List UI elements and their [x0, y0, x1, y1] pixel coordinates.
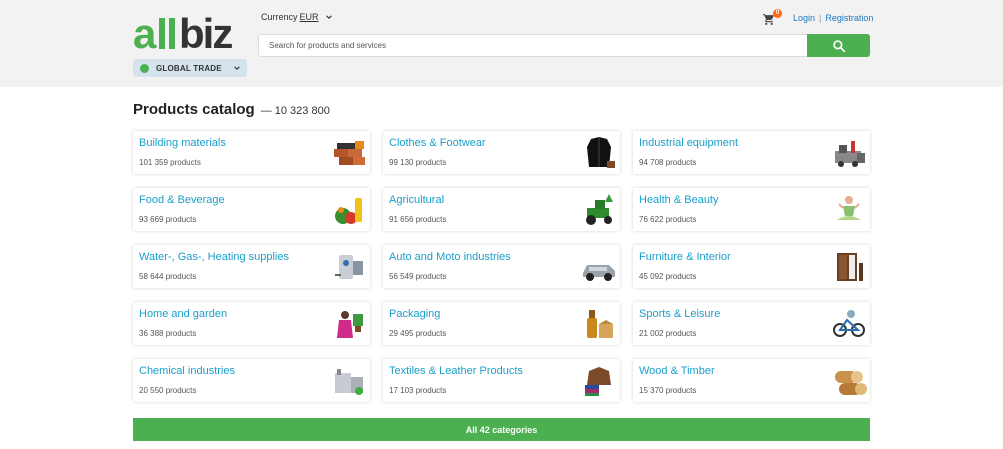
page-title: Products catalog [133, 101, 255, 118]
wardrobe-icon [837, 253, 863, 281]
allbiz-logo[interactable]: a biz [133, 12, 247, 52]
category-product-count: 45 092 products [639, 272, 697, 281]
cart-count-badge: 0 [773, 9, 782, 18]
chemical-tank-icon [335, 369, 363, 395]
globe-icon [140, 63, 149, 73]
category-product-count: 101 359 products [139, 158, 201, 167]
machinery-icon [835, 141, 865, 167]
currency-selector[interactable]: Currency EUR [261, 12, 333, 22]
login-link[interactable]: Login [793, 13, 815, 23]
svg-text:a: a [133, 12, 157, 52]
search-bar [258, 34, 870, 57]
category-card[interactable]: Textiles & Leather Products 17 103 produc… [383, 359, 620, 402]
category-name-link[interactable]: Health & Beauty [639, 194, 719, 206]
category-name-link[interactable]: Furniture & Interior [639, 251, 731, 263]
category-name-link[interactable]: Auto and Moto industries [389, 251, 511, 263]
category-card[interactable]: Auto and Moto industries 56 549 products [383, 245, 620, 288]
category-product-count: 99 130 products [389, 158, 447, 167]
category-product-count: 76 622 products [639, 215, 697, 224]
all-categories-button[interactable]: All 42 categories [133, 418, 870, 441]
bike-icon [833, 310, 865, 337]
catalog-total-count: — 10 323 800 [260, 105, 330, 117]
currency-label: Currency [261, 12, 298, 22]
category-name-link[interactable]: Sports & Leisure [639, 308, 720, 320]
textiles-icon [585, 367, 611, 396]
global-trade-selector[interactable]: GLOBAL TRADE [133, 59, 247, 77]
category-card[interactable]: Sports & Leisure 21 002 products [633, 302, 870, 345]
chevron-down-icon [325, 15, 332, 19]
category-name-link[interactable]: Chemical industries [139, 365, 235, 377]
category-card[interactable]: Clothes & Footwear 99 130 products [383, 131, 620, 174]
category-product-count: 20 550 products [139, 386, 197, 395]
category-card[interactable]: Food & Beverage 93 669 products [133, 188, 370, 231]
chevron-down-icon [234, 66, 240, 70]
catalog-heading: Products catalog — 10 323 800 [133, 101, 330, 118]
category-card[interactable]: Packaging 29 495 products [383, 302, 620, 345]
category-product-count: 21 002 products [639, 329, 697, 338]
category-card[interactable]: Water-, Gas-, Heating supplies 58 644 pro… [133, 245, 370, 288]
category-product-count: 15 370 products [639, 386, 697, 395]
groceries-icon [335, 198, 362, 224]
category-name-link[interactable]: Water-, Gas-, Heating supplies [139, 251, 289, 263]
search-icon [832, 39, 845, 52]
category-name-link[interactable]: Building materials [139, 137, 226, 149]
category-name-link[interactable]: Agricultural [389, 194, 444, 206]
global-trade-label: GLOBAL TRADE [156, 63, 222, 73]
tractor-icon [586, 194, 613, 225]
category-name-link[interactable]: Industrial equipment [639, 137, 738, 149]
bottle-box-icon [587, 310, 613, 338]
search-input[interactable] [259, 35, 807, 56]
category-product-count: 17 103 products [389, 386, 447, 395]
category-card[interactable]: Health & Beauty 76 622 products [633, 188, 870, 231]
category-name-link[interactable]: Home and garden [139, 308, 227, 320]
category-card[interactable]: Furniture & Interior 45 092 products [633, 245, 870, 288]
category-card[interactable]: Home and garden 36 388 products [133, 302, 370, 345]
category-card[interactable]: Chemical industries 20 550 products [133, 359, 370, 402]
category-product-count: 94 708 products [639, 158, 697, 167]
category-name-link[interactable]: Wood & Timber [639, 365, 715, 377]
gardener-icon [337, 311, 363, 338]
category-product-count: 56 549 products [389, 272, 447, 281]
category-card[interactable]: Wood & Timber 15 370 products [633, 359, 870, 402]
auth-separator: | [819, 13, 822, 23]
registration-link[interactable]: Registration [825, 13, 873, 23]
category-product-count: 36 388 products [139, 329, 197, 338]
search-button[interactable] [807, 34, 870, 57]
category-name-link[interactable]: Food & Beverage [139, 194, 225, 206]
logs-icon [835, 371, 867, 395]
category-product-count: 93 669 products [139, 215, 197, 224]
site-header: a biz Currency EUR 0 Login | Registratio… [0, 0, 1003, 87]
category-card[interactable]: Agricultural 91 656 products [383, 188, 620, 231]
category-card[interactable]: Industrial equipment 94 708 products [633, 131, 870, 174]
category-name-link[interactable]: Packaging [389, 308, 440, 320]
yoga-icon [837, 196, 861, 220]
category-product-count: 58 644 products [139, 272, 197, 281]
category-product-count: 29 495 products [389, 329, 447, 338]
currency-value: EUR [299, 12, 319, 22]
category-product-count: 91 656 products [389, 215, 447, 224]
category-name-link[interactable]: Clothes & Footwear [389, 137, 486, 149]
svg-text:biz: biz [179, 12, 232, 52]
boiler-icon [335, 255, 363, 279]
car-icon [583, 265, 615, 281]
bricks-icon [334, 141, 365, 165]
auth-links: Login | Registration [793, 13, 873, 23]
category-name-link[interactable]: Textiles & Leather Products [389, 365, 523, 377]
cart-button[interactable]: 0 [762, 9, 784, 26]
category-card[interactable]: Building materials 101 359 products [133, 131, 370, 174]
jacket-icon [587, 137, 615, 168]
